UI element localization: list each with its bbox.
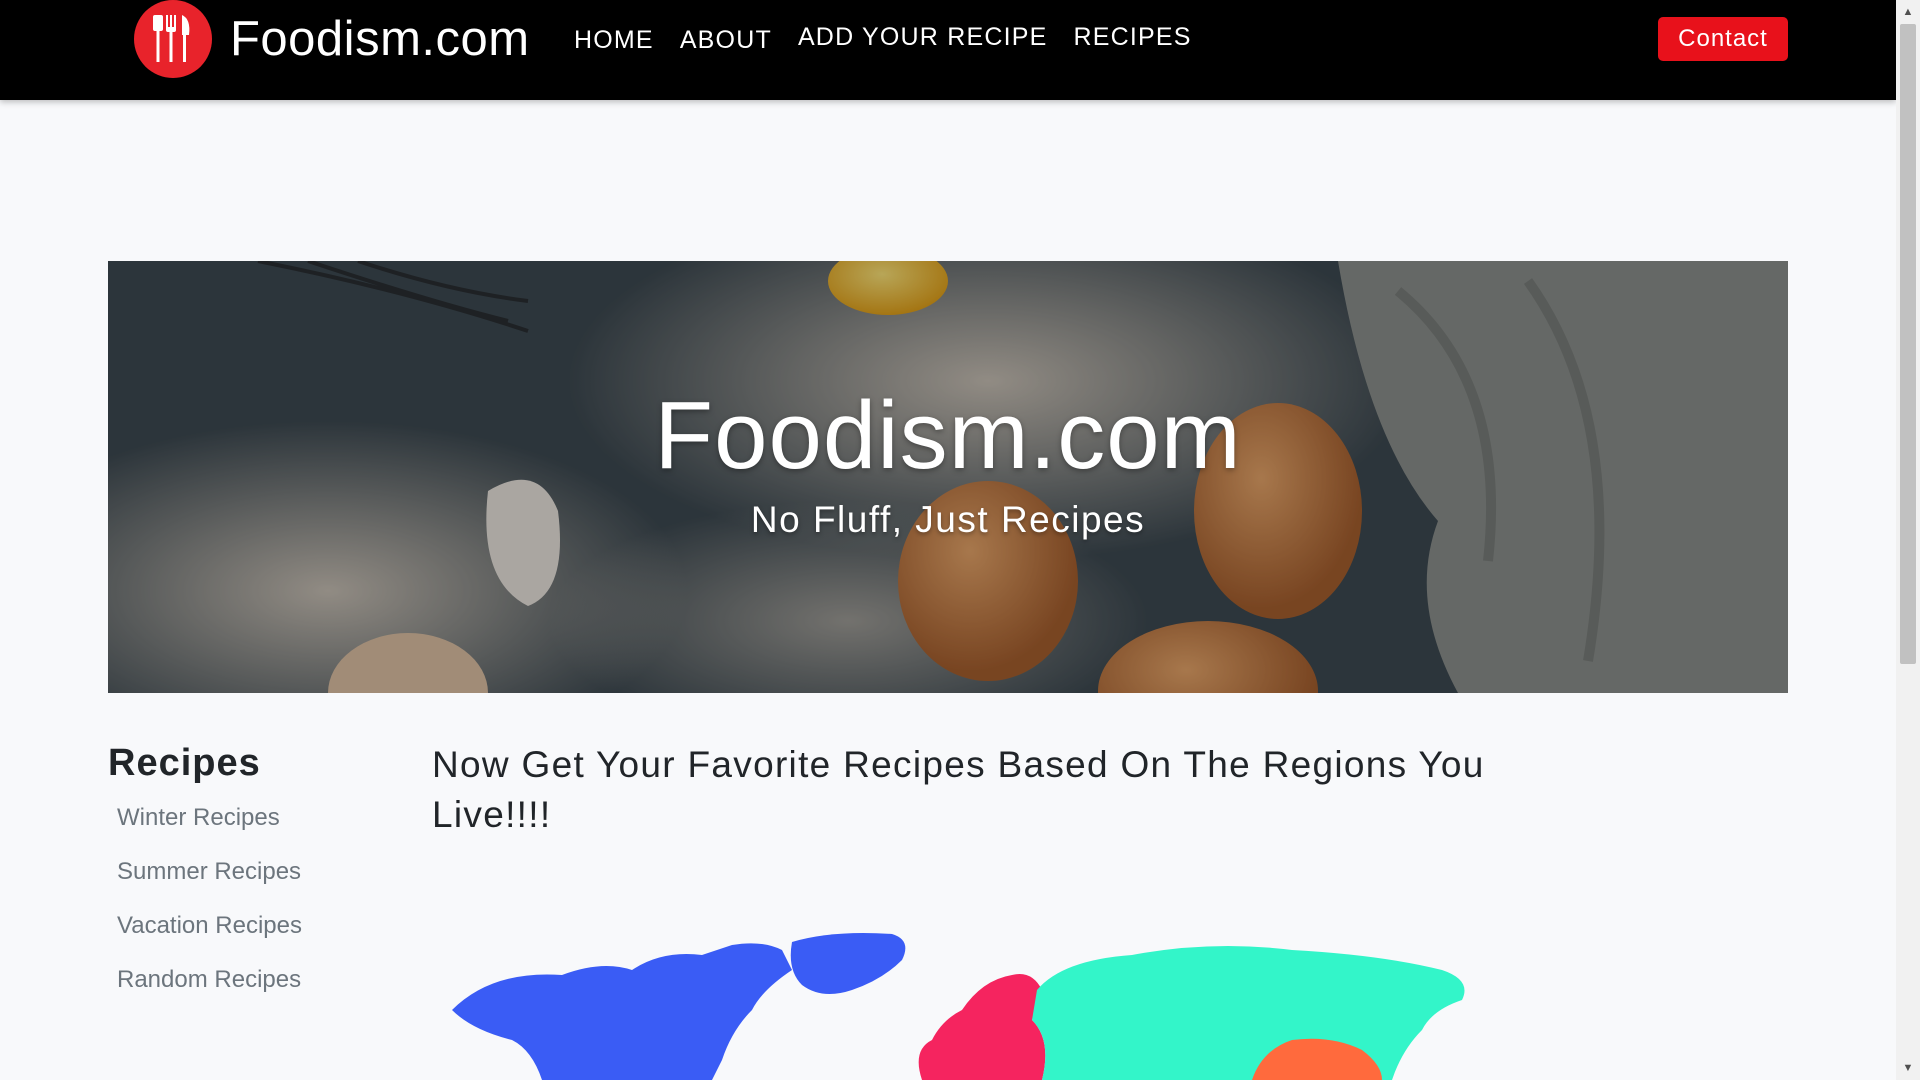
nav-add-your-recipe[interactable]: ADD YOUR RECIPE bbox=[798, 22, 1048, 55]
nav-recipes[interactable]: RECIPES bbox=[1073, 22, 1191, 55]
brand-link[interactable]: Foodism.com bbox=[134, 0, 530, 78]
main-heading: Now Get Your Favorite Recipes Based On T… bbox=[432, 744, 1485, 835]
region-asia[interactable] bbox=[1032, 946, 1465, 1080]
sidebar-item-summer-recipes[interactable]: Summer Recipes bbox=[117, 854, 302, 908]
sidebar-item-winter-recipes[interactable]: Winter Recipes bbox=[117, 800, 302, 854]
nav-home[interactable]: HOME bbox=[574, 25, 654, 55]
sidebar-item-random-recipes[interactable]: Random Recipes bbox=[117, 962, 302, 1016]
hero-subtitle: No Fluff, Just Recipes bbox=[750, 499, 1146, 540]
scrollbar-thumb[interactable] bbox=[1900, 24, 1916, 664]
page-scrollbar[interactable]: ▲ ▼ bbox=[1896, 0, 1920, 1080]
nav-about[interactable]: ABOUT bbox=[680, 25, 772, 55]
sidebar-list: Winter Recipes Summer Recipes Vacation R… bbox=[117, 800, 302, 1016]
region-greenland[interactable] bbox=[790, 933, 906, 994]
hero-banner: Foodism.com No Fluff, Just Recipes bbox=[108, 261, 1788, 693]
sidebar-item-vacation-recipes[interactable]: Vacation Recipes bbox=[117, 908, 302, 962]
scroll-up-arrow-icon[interactable]: ▲ bbox=[1896, 2, 1920, 22]
contact-button[interactable]: Contact bbox=[1658, 17, 1788, 61]
brand-name: Foodism.com bbox=[230, 12, 530, 66]
scroll-down-arrow-icon[interactable]: ▼ bbox=[1896, 1058, 1920, 1078]
region-north-america[interactable] bbox=[452, 943, 792, 1080]
world-map[interactable] bbox=[432, 930, 1512, 1080]
region-europe[interactable] bbox=[918, 974, 1046, 1080]
nav-links: HOME ABOUT ADD YOUR RECIPE RECIPES bbox=[574, 22, 1218, 55]
hero-title: Foodism.com bbox=[654, 382, 1242, 489]
sidebar-title: Recipes bbox=[108, 742, 261, 784]
navbar: Foodism.com HOME ABOUT ADD YOUR RECIPE R… bbox=[0, 0, 1896, 100]
utensils-logo-icon bbox=[134, 0, 212, 78]
